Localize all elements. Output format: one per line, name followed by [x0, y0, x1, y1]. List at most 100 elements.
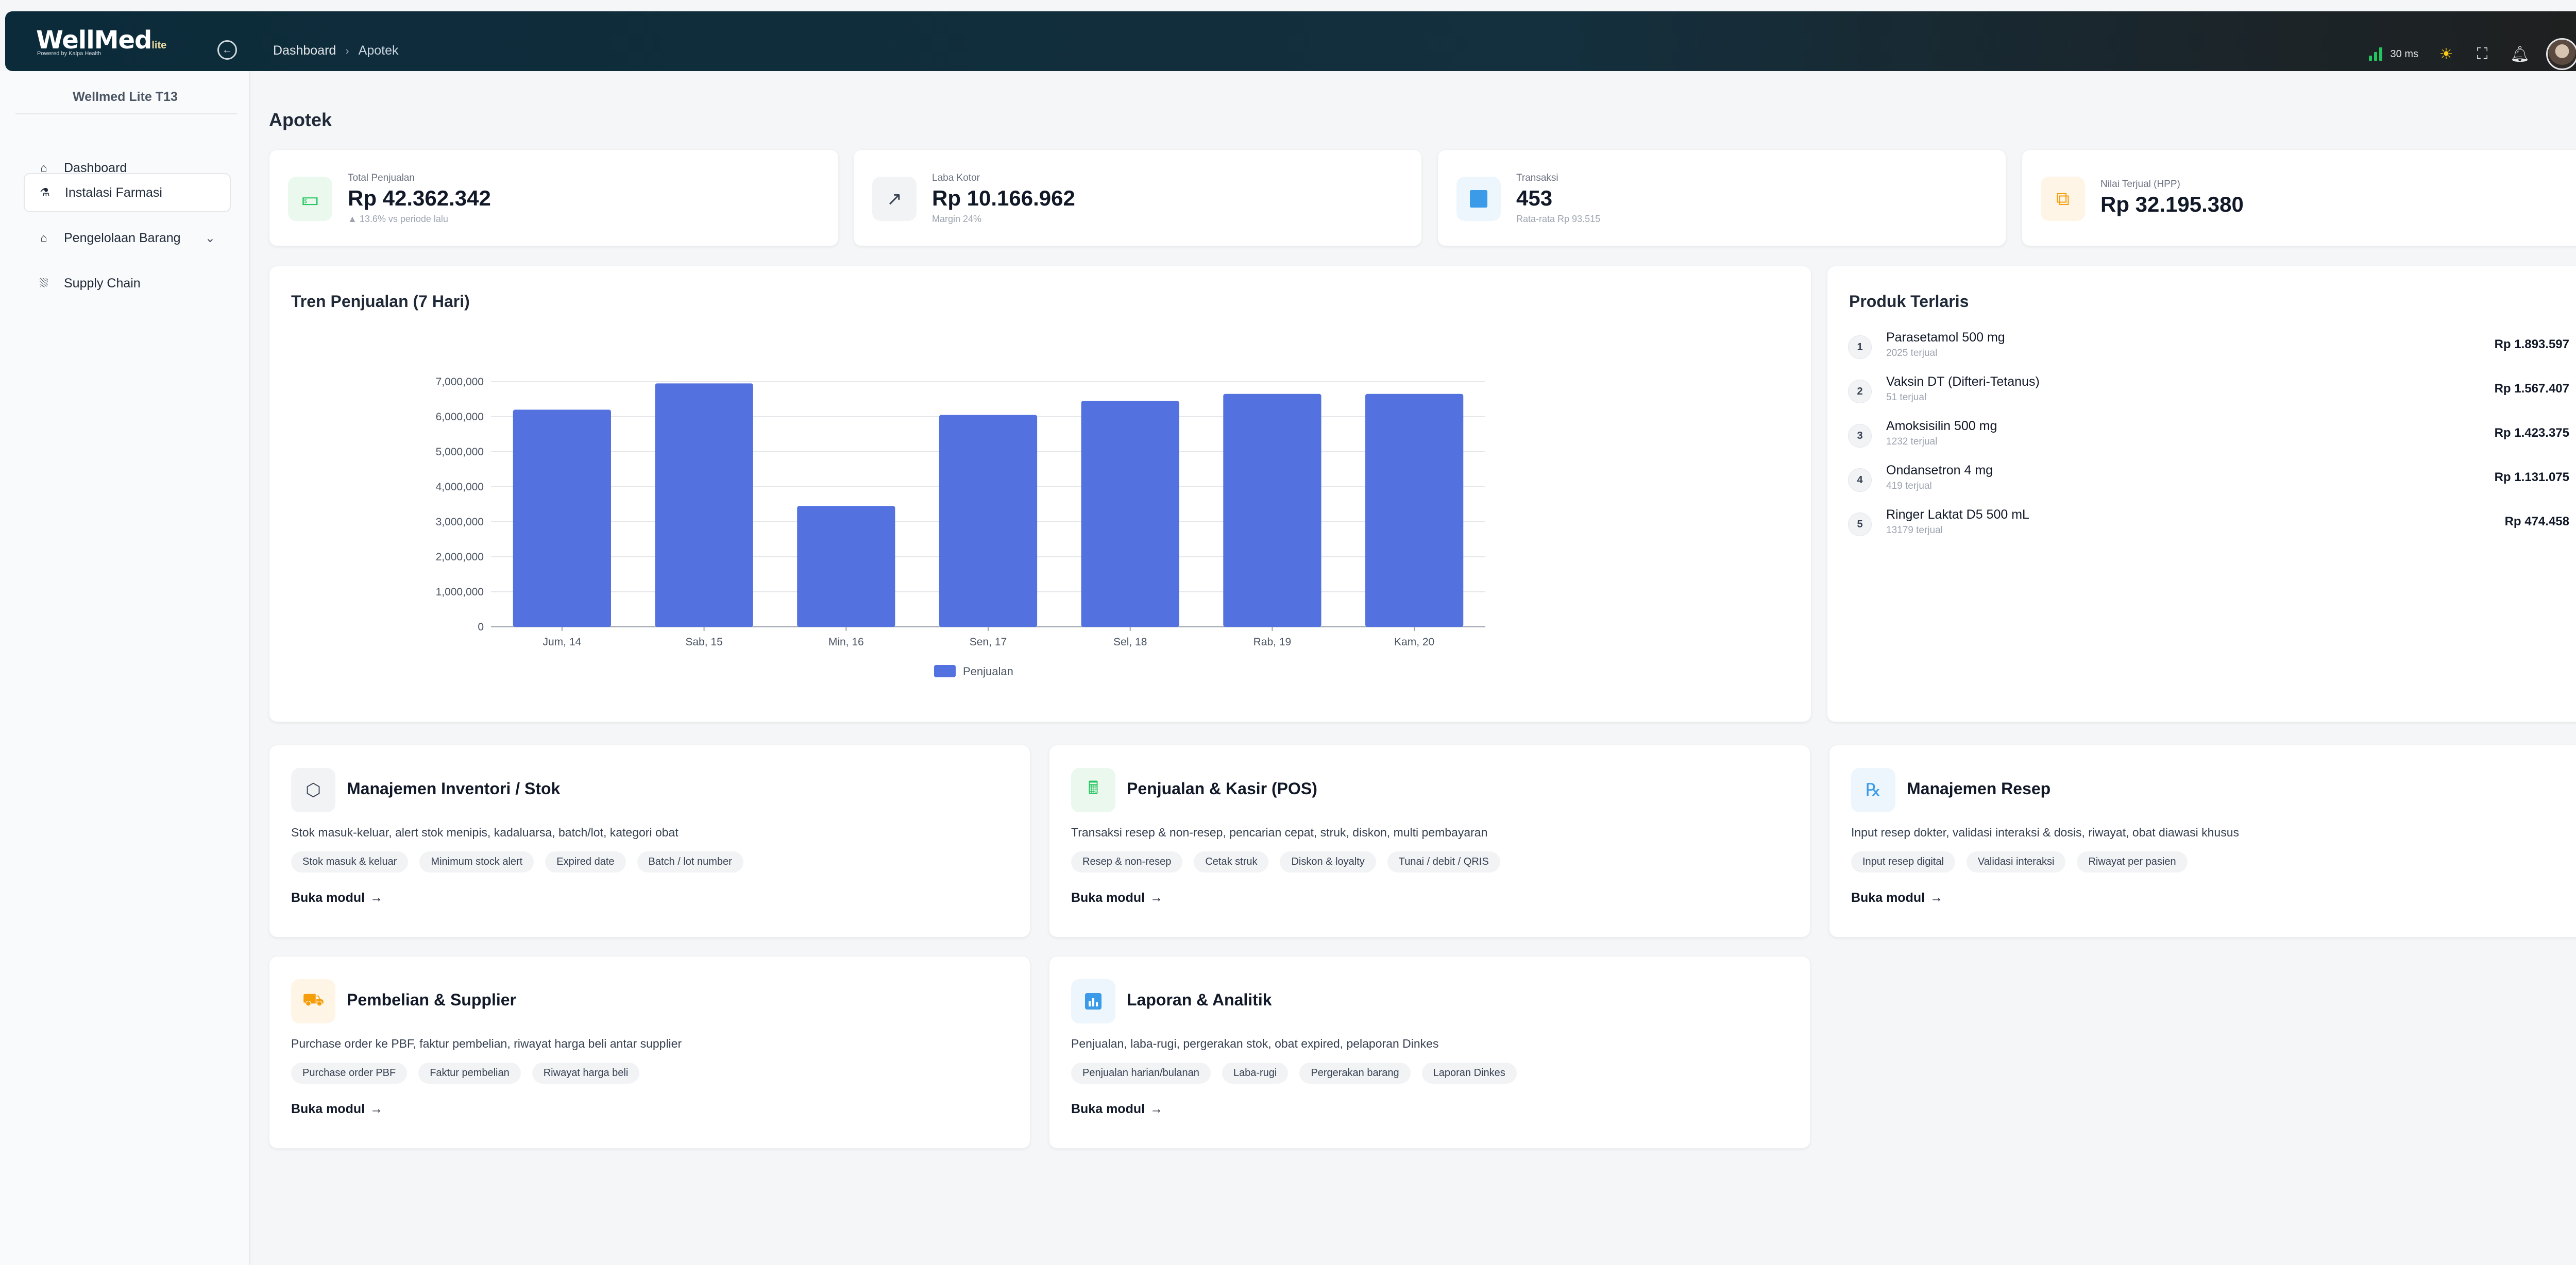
collapse-sidebar-button[interactable]: ← — [217, 40, 237, 60]
tag: Riwayat harga beli — [532, 1063, 640, 1084]
y-tick-label: 7,000,000 — [436, 376, 484, 388]
stat-card-total-penjualan: 💵︎ Total Penjualan Rp 42.362.342 ▲ 13.6%… — [269, 149, 839, 246]
tag: Diskon & loyalty — [1280, 851, 1376, 873]
module-title: Penjualan & Kasir (POS) — [1127, 779, 1317, 798]
legend-swatch — [934, 665, 956, 677]
avatar[interactable] — [2546, 38, 2576, 70]
module-card-inventori[interactable]: ⬡ Manajemen Inventori / Stok Stok masuk-… — [269, 745, 1030, 937]
sidebar-item-pengelolaan-barang[interactable]: ⌂ Pengelolaan Barang ⌄ — [24, 218, 231, 258]
x-tick-label: Min, 16 — [828, 636, 864, 648]
bar — [1223, 394, 1321, 627]
sidebar-item-instalasi-farmasi[interactable]: ⚗ Instalasi Farmasi — [24, 173, 231, 212]
money-icon: 💵︎ — [288, 177, 332, 221]
sidebar-item-label: Supply Chain — [64, 276, 141, 290]
product-sold: 2025 terjual — [1886, 348, 1938, 358]
x-tick-label: Rab, 19 — [1253, 636, 1292, 648]
open-module-link[interactable]: Buka modul → — [291, 1102, 383, 1117]
stat-value: Rp 42.362.342 — [348, 186, 491, 210]
tag: Tunai / debit / QRIS — [1387, 851, 1500, 873]
sidebar-item-label: Pengelolaan Barang — [64, 230, 181, 245]
arrow-right-icon: → — [1150, 1102, 1163, 1116]
module-title: Manajemen Resep — [1907, 779, 2051, 798]
list-item[interactable]: 4 Ondansetron 4 mg 419 terjual Rp 1.131.… — [1848, 463, 2569, 499]
cube-icon: ⬡ — [291, 768, 335, 812]
chevron-right-icon: › — [345, 44, 349, 57]
box-icon: ⧉ — [2041, 177, 2085, 221]
breadcrumb-dashboard[interactable]: Dashboard — [273, 43, 336, 58]
tag: Faktur pembelian — [418, 1063, 521, 1084]
bar — [1081, 401, 1179, 627]
tag: Batch / lot number — [637, 851, 743, 873]
bar — [513, 409, 611, 627]
open-module-link[interactable]: Buka modul → — [1851, 891, 1943, 905]
square-icon — [1456, 177, 1501, 221]
product-name: Vaksin DT (Difteri-Tetanus) — [1886, 374, 2040, 389]
stat-card-transaksi: Transaksi 453 Rata-rata Rp 93.515 — [1437, 149, 2006, 246]
module-title: Pembelian & Supplier — [347, 990, 516, 1009]
y-tick-label: 5,000,000 — [436, 446, 484, 458]
breadcrumb: Dashboard › Apotek — [273, 43, 398, 58]
product-amount: Rp 1.567.407 — [2494, 382, 2569, 396]
stat-card-laba-kotor: ↗ Laba Kotor Rp 10.166.962 Margin 24% — [853, 149, 1422, 246]
arrow-right-icon: → — [1150, 891, 1163, 905]
sidebar-item-supply-chain[interactable]: ⛆ Supply Chain — [24, 264, 231, 303]
stat-label: Total Penjualan — [348, 173, 415, 183]
module-tags: Input resep digital Validasi interaksi R… — [1851, 851, 2188, 873]
product-amount: Rp 1.423.375 — [2494, 426, 2569, 440]
rank-badge: 2 — [1848, 380, 1872, 403]
product-sold: 51 terjual — [1886, 392, 1927, 403]
product-name: Amoksisilin 500 mg — [1886, 419, 1997, 433]
y-tick-label: 0 — [478, 621, 484, 633]
tag: Resep & non-resep — [1071, 851, 1183, 873]
arrow-right-icon: → — [370, 891, 383, 905]
product-amount: Rp 1.131.075 — [2494, 470, 2569, 484]
module-desc: Purchase order ke PBF, faktur pembelian,… — [291, 1037, 682, 1050]
module-card-resep[interactable]: ℞ Manajemen Resep Input resep dokter, va… — [1829, 745, 2576, 937]
sidebar: Wellmed Lite T13 ⌂ Dashboard ⚗ Instalasi… — [0, 71, 250, 1265]
module-desc: Penjualan, laba-rugi, pergerakan stok, o… — [1071, 1037, 1439, 1050]
warehouse-icon: ⌂ — [40, 231, 47, 244]
x-tick-label: Sab, 15 — [685, 636, 722, 648]
list-item[interactable]: 5 Ringer Laktat D5 500 mL 13179 terjual … — [1848, 507, 2569, 543]
stat-card-nilai-terjual: ⧉ Nilai Terjual (HPP) Rp 32.195.380 — [2022, 149, 2576, 246]
open-module-link[interactable]: Buka modul → — [1071, 1102, 1163, 1117]
fullscreen-icon[interactable]: ⛶ — [2474, 45, 2490, 63]
legend-label: Penjualan — [963, 665, 1013, 678]
module-card-pembelian[interactable]: ⛟ Pembelian & Supplier Purchase order ke… — [269, 956, 1030, 1149]
prescription-icon: ℞ — [1851, 768, 1895, 812]
theme-toggle-icon[interactable]: ☀ — [2438, 45, 2454, 63]
product-name: Ringer Laktat D5 500 mL — [1886, 507, 2029, 522]
product-amount: Rp 474.458 — [2504, 515, 2569, 528]
product-sold: 13179 terjual — [1886, 525, 1943, 536]
list-item[interactable]: 1 Parasetamol 500 mg 2025 terjual Rp 1.8… — [1848, 330, 2569, 366]
open-module-link[interactable]: Buka modul → — [291, 891, 383, 905]
bar — [797, 506, 895, 627]
rank-badge: 3 — [1848, 424, 1872, 448]
x-tick-label: Kam, 20 — [1394, 636, 1434, 648]
module-card-pos[interactable]: 🖩︎ Penjualan & Kasir (POS) Transaksi res… — [1049, 745, 1810, 937]
module-card-laporan[interactable]: Laporan & Analitik Penjualan, laba-rugi,… — [1049, 956, 1810, 1149]
product-name: Parasetamol 500 mg — [1886, 330, 2005, 345]
x-tick-label: Sen, 17 — [970, 636, 1007, 648]
product-sold: 419 terjual — [1886, 481, 1932, 491]
stat-sub: Rata-rata Rp 93.515 — [1516, 214, 1601, 224]
logo-subtitle: Powered by Kalpa Health — [37, 50, 101, 57]
bell-icon[interactable]: 🔔︎ — [2510, 45, 2530, 63]
tag: Expired date — [545, 851, 626, 873]
module-desc: Transaksi resep & non-resep, pencarian c… — [1071, 826, 1488, 839]
open-module-link[interactable]: Buka modul → — [1071, 891, 1163, 905]
list-item[interactable]: 3 Amoksisilin 500 mg 1232 terjual Rp 1.4… — [1848, 419, 2569, 455]
list-item[interactable]: 2 Vaksin DT (Difteri-Tetanus) 51 terjual… — [1848, 374, 2569, 411]
module-desc: Stok masuk-keluar, alert stok menipis, k… — [291, 826, 679, 839]
tag: Input resep digital — [1851, 851, 1955, 873]
top-bar: WellMedlite Powered by Kalpa Health ← Da… — [5, 11, 2576, 71]
signal-icon — [2368, 47, 2382, 61]
product-sold: 1232 terjual — [1886, 436, 1938, 447]
y-tick-label: 6,000,000 — [436, 411, 484, 423]
rank-badge: 1 — [1848, 335, 1872, 359]
y-tick-label: 2,000,000 — [436, 551, 484, 563]
sales-trend-card: Tren Penjualan (7 Hari) 0 1,000,000 2,000,… — [269, 266, 1811, 722]
arrow-right-icon: → — [370, 1102, 383, 1116]
module-tags: Penjualan harian/bulanan Laba-rugi Perge… — [1071, 1063, 1517, 1084]
page-title: Apotek — [269, 109, 332, 130]
